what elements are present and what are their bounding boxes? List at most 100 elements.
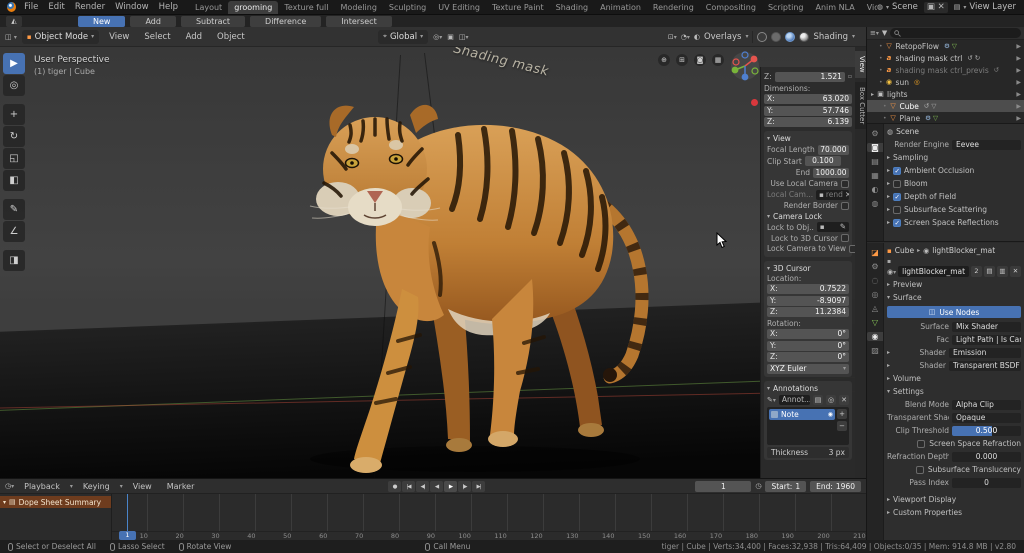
outliner-item-shading-mask-previs[interactable]: • a shading mask ctrl_previs ↺ ▶ [867,64,1024,76]
editor-type-icon[interactable]: ◷▾ [5,482,14,490]
render-engine-dropdown[interactable]: Eevee [952,139,1021,150]
selectability-arrow-icon[interactable]: ▶ [1016,103,1022,110]
cursor-rz-field[interactable]: Z: 0° [767,352,849,362]
dim-y-field[interactable]: Y: 57.746 [764,105,852,116]
viewport-menu-object[interactable]: Object [212,32,250,42]
boolean-add-button[interactable]: Add [130,15,176,27]
rotate-tool[interactable]: ↻ [3,126,25,147]
workspace-tab-rendering[interactable]: Rendering [647,1,700,14]
timeline-menu-keying[interactable]: Keying [78,482,115,491]
overlays-label[interactable]: Overlays [704,32,741,42]
record-button[interactable]: ● [388,481,401,492]
tiger-model[interactable] [280,57,700,477]
tab-modifiers[interactable]: ⚙ [871,262,878,271]
cursor-ry-field[interactable]: Y: 0° [767,340,849,351]
panel-volume[interactable]: ▸ Volume [887,372,1021,385]
snap-magnet-icon[interactable]: ◎▾ [433,33,442,41]
viewport-menu-add[interactable]: Add [181,32,207,42]
viewport-canvas[interactable]: Shading mask User Perspective (1) tiger … [0,47,866,478]
subsurface-scattering-checkbox[interactable] [893,205,902,214]
outliner-search-input[interactable] [890,28,1021,38]
workspace-tab-grooming[interactable]: grooming [228,1,279,14]
panel-screen-space-reflections[interactable]: ▸ Screen Space Reflections [887,216,1021,229]
disclosure-icon[interactable]: ▸ [887,349,890,356]
boolean-new-button[interactable]: New [78,15,126,27]
annotations-header[interactable]: ▾ Annotations [767,384,849,393]
local-camera-field[interactable]: ▪rend✕ [816,189,849,200]
filter-funnel-icon[interactable]: ▼ [882,29,887,37]
move-tool[interactable]: + [3,104,25,125]
timeline-track[interactable] [112,494,866,531]
tab-particles[interactable]: ◌ [872,276,879,285]
workspace-tab-uv-editing[interactable]: UV Editing [432,1,486,14]
boolean-intersect-button[interactable]: Intersect [326,15,392,27]
menu-window[interactable]: Window [110,2,154,12]
workspace-tab-compositing[interactable]: Compositing [700,1,762,14]
cursor-rx-field[interactable]: X: 0° [767,329,849,339]
outliner-item-sun[interactable]: • ◉ sun ◎ ▶ [867,76,1024,88]
fake-user-icon[interactable]: ▥ [997,266,1008,277]
workspace-tab-texture-full[interactable]: Texture full [278,1,334,14]
panel-custom-properties[interactable]: ▸ Custom Properties [887,506,1021,519]
outliner-item-plane[interactable]: • ▽ Plane ⚙ ▽ ▶ [867,112,1024,123]
menu-render[interactable]: Render [70,2,110,12]
thickness-slider[interactable]: Thickness 3 px [767,446,849,458]
workspace-tab-texture-paint[interactable]: Texture Paint [486,1,550,14]
panel-viewport-display[interactable]: ▸ Viewport Display [887,493,1021,506]
dope-sheet-summary-channel[interactable]: ▾ ▤ Dope Sheet Summary [0,496,111,508]
tab-object[interactable]: ◪ [871,248,879,257]
workspace-tab-sculpting[interactable]: Sculpting [383,1,432,14]
shader1-dropdown[interactable]: Emission [949,347,1021,358]
cursor-tool[interactable]: ◎ [3,75,25,96]
timeline-ruler[interactable]: 10 20 30 40 50 60 70 80 90 100 110 120 130 140 150 160 1… [112,531,866,540]
annotation-unlink-icon[interactable]: ✕ [839,394,849,405]
scale-tool[interactable]: ◱ [3,148,25,169]
workspace-tab-scripting[interactable]: Scripting [762,1,810,14]
boolean-subtract-button[interactable]: Subtract [180,15,246,27]
zoom-icon[interactable]: ⊕ [658,54,670,66]
pass-index-field[interactable]: 0 [952,477,1021,488]
tab-texture[interactable]: ▨ [871,346,879,355]
annotation-name-field[interactable]: Annot... [778,394,810,405]
selectability-arrow-icon[interactable]: ▶ [1016,91,1022,98]
disclosure-icon[interactable]: ▸ [887,362,890,369]
tab-world[interactable]: ◍ [872,199,879,208]
boolean-difference-button[interactable]: Difference [250,15,322,27]
transform-orientation-selector[interactable]: ⌖ Global ▾ [378,29,429,44]
selectability-arrow-icon[interactable]: ▶ [1016,79,1022,86]
frame-end-field[interactable]: End: 1960 [810,480,861,492]
pivot-point-icon[interactable]: ◫▾ [459,33,469,41]
depth-of-field-checkbox[interactable] [893,192,902,201]
layer-color-swatch[interactable] [771,410,778,418]
users-count-button[interactable]: 2 [971,266,982,277]
constraint-icon[interactable]: ↺ [924,102,929,110]
clear-icon[interactable]: ✕ [845,190,849,200]
euler-order-dropdown[interactable]: XYZ Euler ▾ [767,363,849,374]
playhead[interactable] [127,494,128,531]
tab-scene[interactable]: ◐ [872,185,879,194]
outliner-item-shading-mask-ctrl[interactable]: • a shading mask ctrl ↺ ↻ ▶ [867,52,1024,64]
jump-to-end-button[interactable]: ▶| [472,481,485,492]
transform-z-field[interactable]: 1.521 [774,71,845,82]
screen-space-refraction-checkbox[interactable] [917,439,926,448]
clip-start-field[interactable]: 0.100 [804,156,841,166]
modifier-icon[interactable]: ↻ [975,54,980,62]
outliner-item-retopoflow[interactable]: • ▽ RetopoFlow ⚙ ▽ ▶ [867,40,1024,52]
add-primitive-tool[interactable]: ◨ [3,250,25,271]
tab-object-data[interactable]: ▽ [872,318,878,327]
selectability-arrow-icon[interactable]: ▶ [1016,67,1022,74]
shading-rendered-button[interactable] [799,31,810,42]
viewport-3d[interactable]: ◫ ▾ ▪ Object Mode ▾ View Select Add Obje… [0,27,866,478]
material-name-field[interactable]: lightBlocker_mat [898,266,969,277]
panel-ambient-occlusion[interactable]: ▸ Ambient Occlusion [887,164,1021,177]
camera-lock-header[interactable]: ▾ Camera Lock [767,212,849,221]
active-tool-icon[interactable]: ◭ [6,15,22,27]
proportional-edit-icon[interactable]: ▣ [447,33,454,41]
use-local-camera-checkbox[interactable] [841,179,849,188]
tab-output[interactable]: ▤ [871,157,879,166]
viewport-menu-select[interactable]: Select [139,32,175,42]
annotation-new-icon[interactable]: ▤ [813,394,823,405]
eyedropper-icon[interactable]: ✎ [840,222,846,232]
play-button[interactable]: ▶ [444,481,457,492]
lock-icon[interactable]: ▫ [848,73,852,80]
